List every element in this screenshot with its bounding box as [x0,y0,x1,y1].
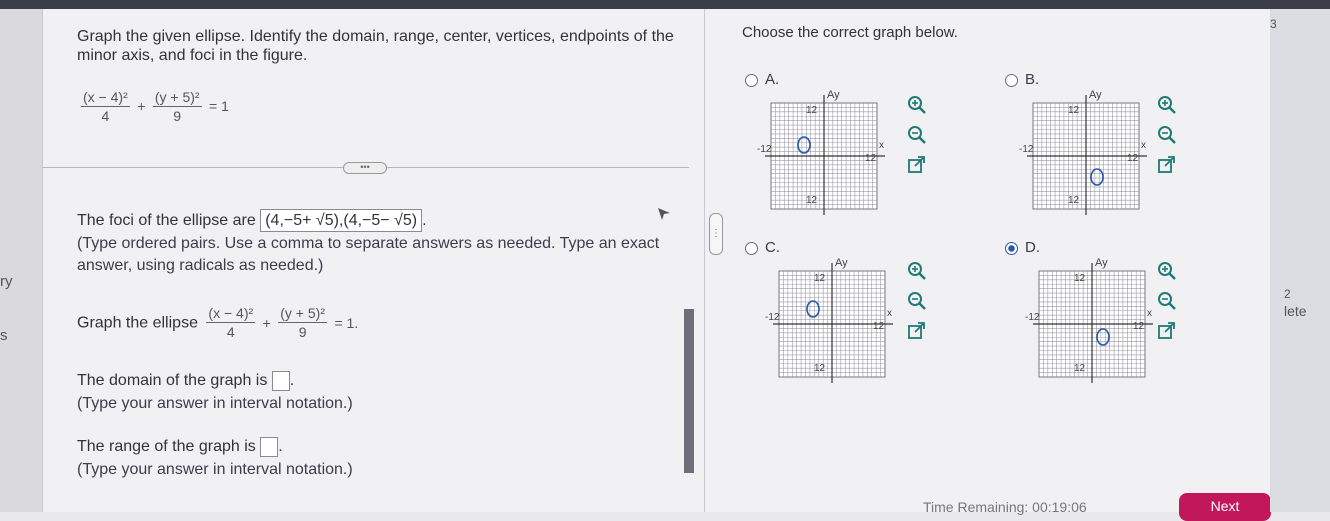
x-axis-label: x [1147,308,1152,319]
timer: Time Remaining: 00:19:06 [923,499,1087,515]
scrollbar-thumb[interactable] [684,309,694,473]
given-equation: (x − 4)² 4 + (y + 5)² 9 = 1 [81,89,229,125]
zoom-out-icon[interactable] [907,125,927,145]
eq-denominator-1: 4 [101,108,110,124]
option-a-radio[interactable] [745,74,758,87]
graph-eq-equals: = 1. [334,315,359,331]
x-tick-right: 12 [1133,321,1145,332]
range-period: . [278,438,283,456]
zoom-in-icon[interactable] [907,261,927,281]
zoom-out-icon[interactable] [1157,291,1177,311]
y-tick-bottom: 12 [1068,195,1080,206]
x-tick-left: -12 [1019,144,1034,155]
foci-row: The foci of the ellipse are (4,−5+ √5),(… [77,209,427,232]
y-tick-top: 12 [814,273,826,284]
graph-prompt-row: Graph the ellipse (x − 4)² 4 + (y + 5)² 9 … [77,305,358,341]
x-axis-label: x [1141,140,1146,151]
graph-eq-plus: + [262,315,271,331]
x-tick-right: 12 [873,321,885,332]
range-hint: (Type your answer in interval notation.) [77,461,353,478]
eq-numerator-1: (x − 4)² [81,89,130,107]
y-axis-label: Ay [1089,89,1102,101]
graph-eq-denominator-1: 4 [226,324,235,340]
graph-eq-denominator-2: 9 [298,324,307,340]
graph-eq-numerator-2: (y + 5)² [278,305,327,323]
zoom-in-icon[interactable] [907,95,927,115]
left-gutter: ry s [0,9,42,512]
option-b-label[interactable]: B. [1025,71,1039,88]
question-panel: Graph the given ellipse. Identify the do… [42,9,1271,521]
x-tick-left: -12 [757,144,772,155]
y-tick-bottom: 12 [1074,363,1086,374]
x-axis-label: x [879,140,884,151]
graph-prompt: Graph the ellipse [77,314,198,332]
y-axis-label: Ay [1095,257,1108,269]
panel-divider [704,9,705,512]
x-tick-left: -12 [1025,312,1040,323]
x-axis-label: x [887,308,892,319]
y-tick-top: 12 [806,105,818,116]
domain-row: The domain of the graph is . [77,371,294,391]
eq-equals: = 1 [209,98,229,115]
foci-hint: (Type ordered pairs. Use a comma to sepa… [77,235,660,274]
zoom-in-icon[interactable] [1157,95,1177,115]
zoom-out-icon[interactable] [907,291,927,311]
divider-handle[interactable]: ⋮ [709,213,723,255]
right-gutter-label: lete [1284,303,1307,319]
option-c-radio[interactable] [745,242,758,255]
foci-period: . [422,212,427,229]
option-a-label[interactable]: A. [765,71,779,88]
domain-period: . [289,372,295,390]
x-tick-left: -12 [765,312,780,323]
open-external-icon[interactable] [907,155,927,175]
y-axis-label: Ay [827,89,840,101]
domain-input[interactable] [271,371,290,391]
gutter-text-2: s [0,327,8,344]
domain-prefix: The domain of the graph is [77,372,268,390]
expand-button[interactable]: ••• [343,162,387,174]
eq-numerator-2: (y + 5)² [152,89,202,107]
graph-eq-numerator-1: (x − 4)² [206,305,256,323]
eq-plus: + [137,98,146,115]
open-external-icon[interactable] [907,321,927,341]
open-external-icon[interactable] [1157,155,1177,175]
right-gutter-mid-text: 2 [1284,287,1291,301]
foci-answer-field[interactable]: (4,−5+ √5),(4,−5− √5) [260,209,423,232]
range-row: The range of the graph is . [77,437,283,457]
option-b-radio[interactable] [1005,74,1018,87]
x-tick-right: 12 [865,153,877,164]
y-tick-top: 12 [1068,105,1080,116]
y-tick-bottom: 12 [806,195,818,206]
range-input[interactable] [260,437,279,457]
domain-hint: (Type your answer in interval notation.) [77,395,353,412]
y-tick-top: 12 [1074,273,1086,284]
next-button[interactable]: Next [1179,493,1271,521]
zoom-in-icon[interactable] [1157,261,1177,281]
right-gutter-top-text: 3 [1270,17,1277,31]
question-instructions: Graph the given ellipse. Identify the do… [77,28,674,64]
y-axis-label: Ay [835,257,848,269]
open-external-icon[interactable] [1157,321,1177,341]
cursor-icon [656,206,672,227]
option-c-label[interactable]: C. [765,239,780,256]
y-tick-bottom: 12 [814,363,826,374]
x-tick-right: 12 [1127,153,1139,164]
foci-prefix: The foci of the ellipse are [77,212,256,229]
range-prefix: The range of the graph is [77,438,256,456]
option-d-label[interactable]: D. [1025,239,1040,256]
right-gutter: 3 2 lete [1270,9,1330,512]
choices-prompt: Choose the correct graph below. [742,24,958,41]
option-d-radio[interactable] [1005,242,1018,255]
eq-denominator-2: 9 [173,108,182,124]
zoom-out-icon[interactable] [1157,125,1177,145]
window-top-bar [0,0,1330,9]
gutter-text-1: ry [0,273,13,290]
